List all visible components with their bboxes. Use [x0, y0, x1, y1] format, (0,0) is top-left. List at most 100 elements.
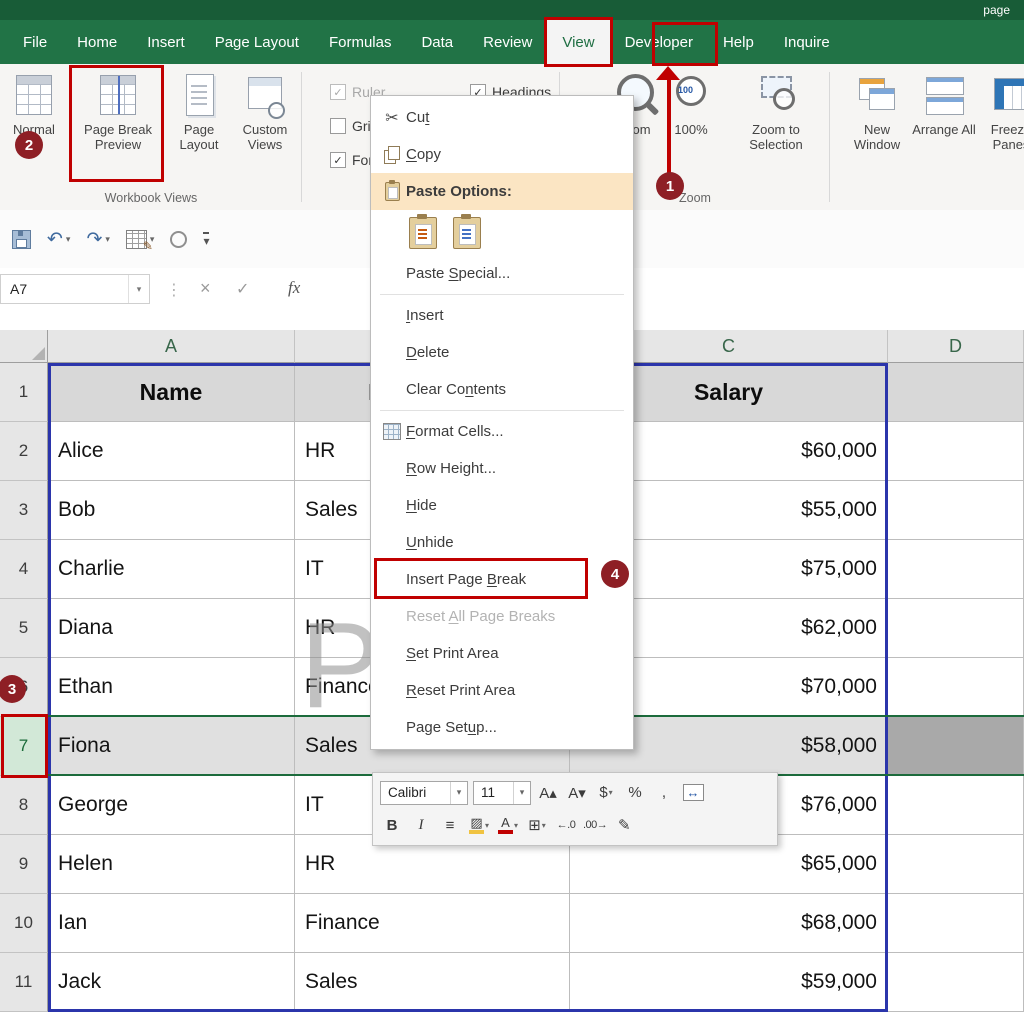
- tab-insert[interactable]: Insert: [132, 20, 200, 64]
- draw-table-icon[interactable]: ▾: [126, 230, 155, 249]
- increase-decimal-icon[interactable]: ←.0: [554, 812, 578, 838]
- cell-A11[interactable]: Jack: [48, 953, 295, 1012]
- tab-inquire[interactable]: Inquire: [769, 20, 845, 64]
- paste-option-2-icon[interactable]: [453, 217, 481, 249]
- cell-D2[interactable]: [888, 422, 1024, 481]
- redo-icon[interactable]: ↷▾: [86, 230, 109, 249]
- cell-D11[interactable]: [888, 953, 1024, 1012]
- select-all-corner[interactable]: [0, 330, 48, 363]
- row-header-10[interactable]: 10: [0, 894, 48, 953]
- name-box-dropdown-icon[interactable]: ▾: [128, 275, 149, 303]
- decrease-decimal-icon[interactable]: .00→: [583, 812, 607, 838]
- paste-option-1-icon[interactable]: [409, 217, 437, 249]
- column-header-D[interactable]: D: [888, 330, 1024, 363]
- dropdown-icon[interactable]: ▾: [513, 782, 530, 804]
- cell-A5[interactable]: Diana: [48, 599, 295, 658]
- format-painter-icon[interactable]: ✎: [612, 812, 636, 838]
- tab-view[interactable]: View: [547, 20, 609, 64]
- menu-item-cut[interactable]: Cut: [371, 99, 633, 136]
- custom-views-button[interactable]: Custom Views: [232, 70, 298, 152]
- cell-A9[interactable]: Helen: [48, 835, 295, 894]
- insert-function-icon[interactable]: fx: [288, 278, 300, 298]
- menu-item-page-setup[interactable]: Page Setup...: [371, 709, 633, 746]
- menu-item-format-cells[interactable]: Format Cells...: [371, 413, 633, 450]
- tab-home[interactable]: Home: [62, 20, 132, 64]
- row-header-1[interactable]: 1: [0, 363, 48, 422]
- cell-D10[interactable]: [888, 894, 1024, 953]
- cell-D6[interactable]: [888, 658, 1024, 717]
- menu-item-delete[interactable]: Delete: [371, 334, 633, 371]
- percent-style-icon[interactable]: %: [623, 780, 647, 806]
- menu-item-hide[interactable]: Hide: [371, 487, 633, 524]
- tab-page-layout[interactable]: Page Layout: [200, 20, 314, 64]
- more-commands-icon[interactable]: ▾: [203, 232, 209, 247]
- menu-item-paste-special[interactable]: Paste Special...: [371, 255, 633, 292]
- row-header-2[interactable]: 2: [0, 422, 48, 481]
- cell-B10[interactable]: Finance: [295, 894, 570, 953]
- cell-C10[interactable]: $68,000: [570, 894, 888, 953]
- new-window-button[interactable]: New Window: [844, 70, 910, 152]
- cell-D8[interactable]: [888, 776, 1024, 835]
- tab-review[interactable]: Review: [468, 20, 547, 64]
- menu-item-paste-options[interactable]: Paste Options:: [371, 173, 633, 210]
- arrange-all-button[interactable]: Arrange All: [912, 70, 976, 137]
- menu-item-copy[interactable]: Copy: [371, 136, 633, 173]
- cell-B11[interactable]: Sales: [295, 953, 570, 1012]
- save-icon[interactable]: [12, 230, 31, 249]
- bold-icon[interactable]: B: [380, 812, 404, 838]
- tab-developer[interactable]: Developer: [610, 20, 708, 64]
- cell-D1[interactable]: [888, 363, 1024, 422]
- row-header-5[interactable]: 5: [0, 599, 48, 658]
- menu-item-unhide[interactable]: Unhide: [371, 524, 633, 561]
- cell-A3[interactable]: Bob: [48, 481, 295, 540]
- row-header-9[interactable]: 9: [0, 835, 48, 894]
- align-center-icon[interactable]: ≡: [438, 812, 462, 838]
- cell-A7[interactable]: Fiona: [48, 717, 295, 776]
- page-break-preview-button[interactable]: Page Break Preview: [72, 70, 164, 152]
- dropdown-icon[interactable]: ▾: [450, 782, 467, 804]
- cell-A1[interactable]: Name: [48, 363, 295, 422]
- menu-item-row-height[interactable]: Row Height...: [371, 450, 633, 487]
- row-header-7[interactable]: 7: [0, 717, 48, 776]
- tab-data[interactable]: Data: [406, 20, 468, 64]
- cell-A2[interactable]: Alice: [48, 422, 295, 481]
- grow-font-icon[interactable]: A▴: [536, 780, 560, 806]
- italic-icon[interactable]: I: [409, 812, 433, 838]
- enter-icon[interactable]: ✓: [236, 279, 249, 299]
- font-name-combo[interactable]: Calibri▾: [380, 781, 468, 805]
- row-header-11[interactable]: 11: [0, 953, 48, 1012]
- row-header-4[interactable]: 4: [0, 540, 48, 599]
- column-header-A[interactable]: A: [48, 330, 295, 363]
- name-box[interactable]: A7 ▾: [0, 274, 150, 304]
- fill-color-icon[interactable]: ▨▾: [467, 812, 491, 838]
- tab-formulas[interactable]: Formulas: [314, 20, 407, 64]
- tab-help[interactable]: Help: [708, 20, 769, 64]
- cell-A8[interactable]: George: [48, 776, 295, 835]
- row-header-8[interactable]: 8: [0, 776, 48, 835]
- cell-A6[interactable]: Ethan: [48, 658, 295, 717]
- menu-item-set-print-area[interactable]: Set Print Area: [371, 635, 633, 672]
- menu-item-clear-contents[interactable]: Clear Contents: [371, 371, 633, 408]
- menu-item-reset-all-page-breaks[interactable]: Reset All Page Breaks: [371, 598, 633, 635]
- accounting-format-icon[interactable]: $▾: [594, 780, 618, 806]
- shrink-font-icon[interactable]: A▾: [565, 780, 589, 806]
- autofit-icon[interactable]: ↔: [681, 780, 705, 806]
- font-size-combo[interactable]: 11▾: [473, 781, 531, 805]
- font-color-icon[interactable]: A▾: [496, 812, 520, 838]
- page-layout-button[interactable]: Page Layout: [168, 70, 230, 152]
- undo-icon[interactable]: ↶▾: [47, 230, 70, 249]
- normal-button[interactable]: Normal: [2, 70, 66, 137]
- cell-D4[interactable]: [888, 540, 1024, 599]
- tab-file[interactable]: File: [8, 20, 62, 64]
- zoom-to-selection-button[interactable]: Zoom to Selection: [728, 70, 824, 152]
- cancel-icon[interactable]: ×: [200, 278, 211, 299]
- cell-D7[interactable]: [888, 717, 1024, 776]
- menu-item-insert-page-break[interactable]: Insert Page Break: [371, 561, 633, 598]
- cell-C11[interactable]: $59,000: [570, 953, 888, 1012]
- cell-A10[interactable]: Ian: [48, 894, 295, 953]
- cell-D9[interactable]: [888, 835, 1024, 894]
- record-macro-icon[interactable]: [170, 231, 187, 248]
- row-header-3[interactable]: 3: [0, 481, 48, 540]
- borders-icon[interactable]: ⊞▾: [525, 812, 549, 838]
- comma-style-icon[interactable]: ,: [652, 780, 676, 806]
